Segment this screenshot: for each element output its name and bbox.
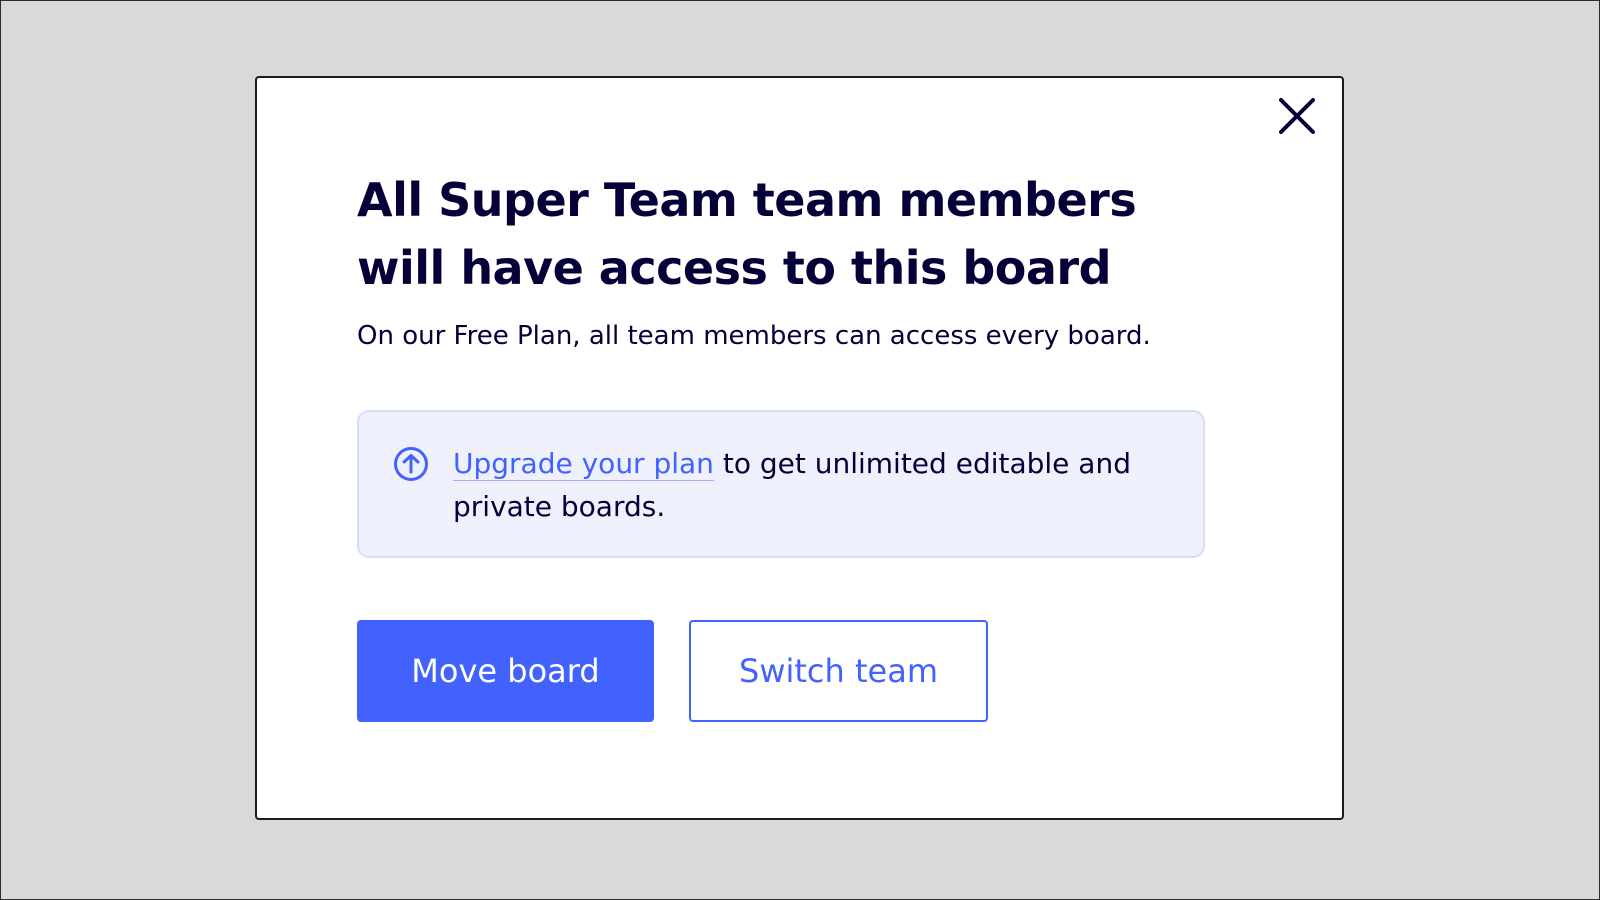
upgrade-plan-link[interactable]: Upgrade your plan — [453, 447, 714, 481]
dialog-title: All Super Team team members will have ac… — [357, 173, 1137, 295]
move-board-dialog: All Super Team team members will have ac… — [255, 76, 1344, 820]
upgrade-callout: Upgrade your plan to get unlimited edita… — [357, 410, 1205, 558]
switch-team-button[interactable]: Switch team — [689, 620, 988, 722]
close-button[interactable] — [1273, 92, 1321, 140]
dialog-subtitle: On our Free Plan, all team members can a… — [357, 321, 1151, 351]
upgrade-arrow-icon — [394, 447, 428, 481]
callout-text: Upgrade your plan to get unlimited edita… — [453, 442, 1173, 528]
close-icon[interactable] — [1277, 96, 1317, 136]
move-board-button[interactable]: Move board — [357, 620, 654, 722]
